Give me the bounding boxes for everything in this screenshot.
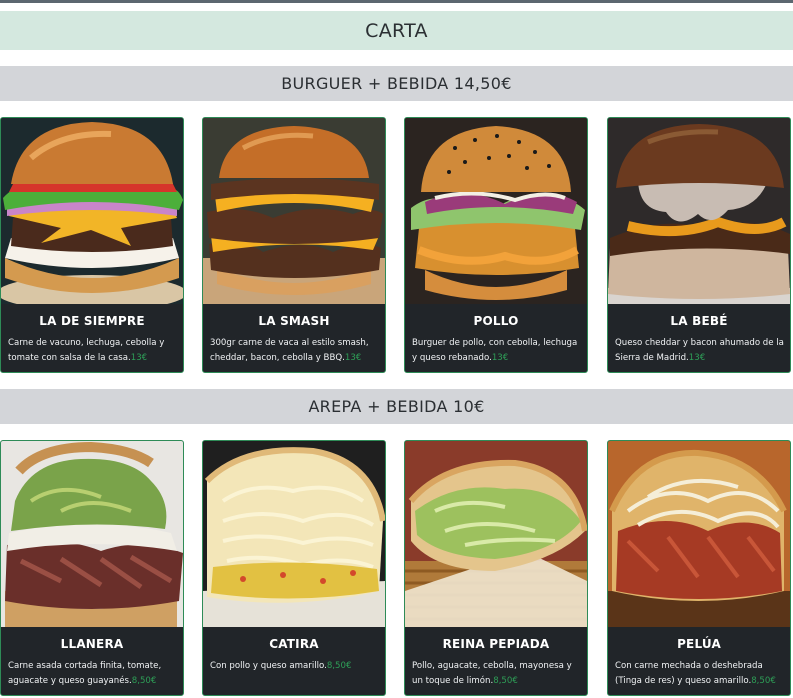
item-description: Burguer de pollo, con cebolla, lechuga y…	[412, 338, 578, 363]
item-description: 300gr carne de vaca al estilo smash, che…	[210, 338, 369, 363]
catira-arepa-photo	[203, 441, 385, 627]
item-price: 8,50€	[493, 675, 518, 686]
menu-card[interactable]: POLLO Burguer de pollo, con cebolla, lec…	[404, 117, 588, 373]
page-title: CARTA	[0, 11, 793, 50]
item-name: LA DE SIEMPRE	[39, 314, 145, 328]
menu-card[interactable]: LA DE SIEMPRE Carne de vacuno, lechuga, …	[0, 117, 184, 373]
item-price: 8,50€	[326, 661, 352, 671]
item-description: Con carne mechada o deshebrada (Tinga de…	[615, 661, 776, 686]
smash-burger-photo	[203, 118, 385, 304]
menu-card[interactable]: LA SMASH 300gr carne de vaca al estilo s…	[202, 117, 386, 373]
item-name: LLANERA	[60, 637, 124, 651]
chicken-burger-photo	[405, 118, 587, 304]
item-price: 13€	[491, 352, 509, 363]
item-price: 13€	[344, 352, 362, 363]
bacon-cheese-burger-photo	[608, 118, 790, 304]
menu-card[interactable]: LLANERA Carne asada cortada finita, toma…	[0, 440, 184, 696]
item-price: 8,50€	[131, 675, 157, 686]
section-title-burgers: BURGUER + BEBIDA 14,50€	[0, 66, 793, 101]
item-description: Queso cheddar y bacon ahumado de la Sier…	[615, 338, 784, 363]
menu-card[interactable]: PELÚA Con carne mechada o deshebrada (Ti…	[607, 440, 791, 696]
item-price: 13€	[688, 352, 706, 363]
item-description: Con pollo y queso amarillo.8,50€	[210, 661, 352, 671]
item-description: Pollo, aguacate, cebolla, mayonesa y un …	[412, 661, 572, 686]
section-title-arepas: AREPA + BEBIDA 10€	[0, 389, 793, 424]
top-divider	[0, 0, 793, 3]
item-price: 13€	[130, 352, 148, 363]
reina-pepiada-arepa-photo	[405, 441, 587, 627]
item-name: LA BEBÉ	[670, 314, 728, 328]
menu-card[interactable]: REINA PEPIADA Pollo, aguacate, cebolla, …	[404, 440, 588, 696]
pelua-arepa-photo	[608, 441, 790, 627]
item-name: LA SMASH	[258, 314, 330, 328]
llanera-arepa-photo	[1, 441, 183, 627]
item-name: CATIRA	[269, 637, 319, 651]
item-name: REINA PEPIADA	[442, 637, 550, 651]
item-description: Carne de vacuno, lechuga, cebolla y toma…	[8, 338, 165, 363]
menu-card[interactable]: CATIRA Con pollo y queso amarillo.8,50€	[202, 440, 386, 696]
classic-burger-photo	[1, 118, 183, 304]
item-description: Carne asada cortada finita, tomate, agua…	[8, 661, 162, 686]
item-name: POLLO	[473, 314, 519, 328]
menu-card[interactable]: LA BEBÉ Queso cheddar y bacon ahumado de…	[607, 117, 791, 373]
item-price: 8,50€	[751, 675, 776, 686]
item-name: PELÚA	[677, 637, 721, 651]
